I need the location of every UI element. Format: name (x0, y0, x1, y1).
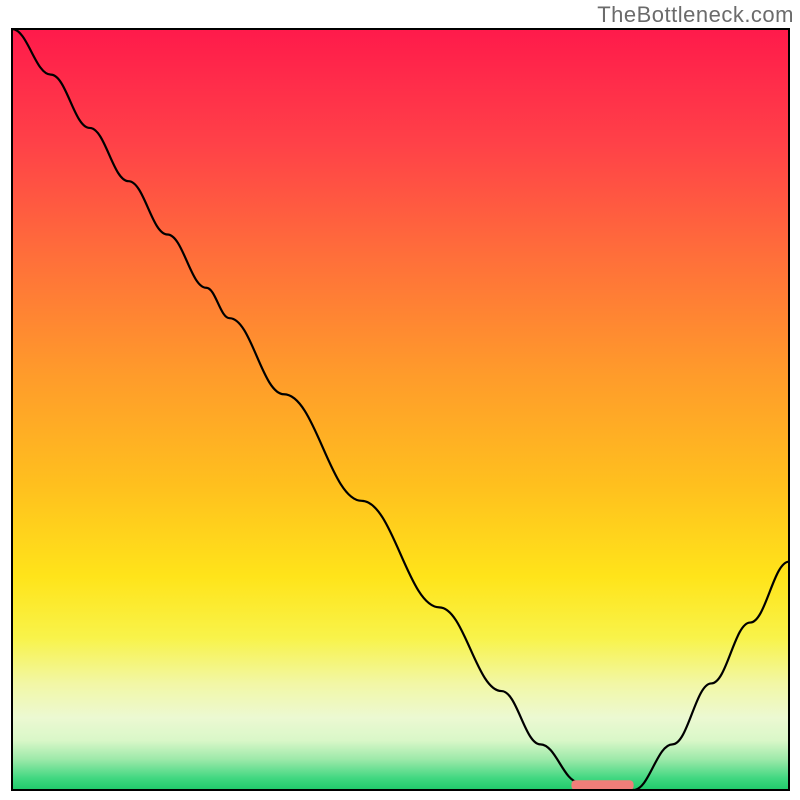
plot-background (12, 29, 789, 790)
bottleneck-chart (11, 28, 790, 791)
chart-svg (11, 28, 790, 791)
optimal-range-marker (571, 780, 633, 790)
chart-container: TheBottleneck.com (0, 0, 800, 800)
watermark-label: TheBottleneck.com (597, 2, 794, 28)
